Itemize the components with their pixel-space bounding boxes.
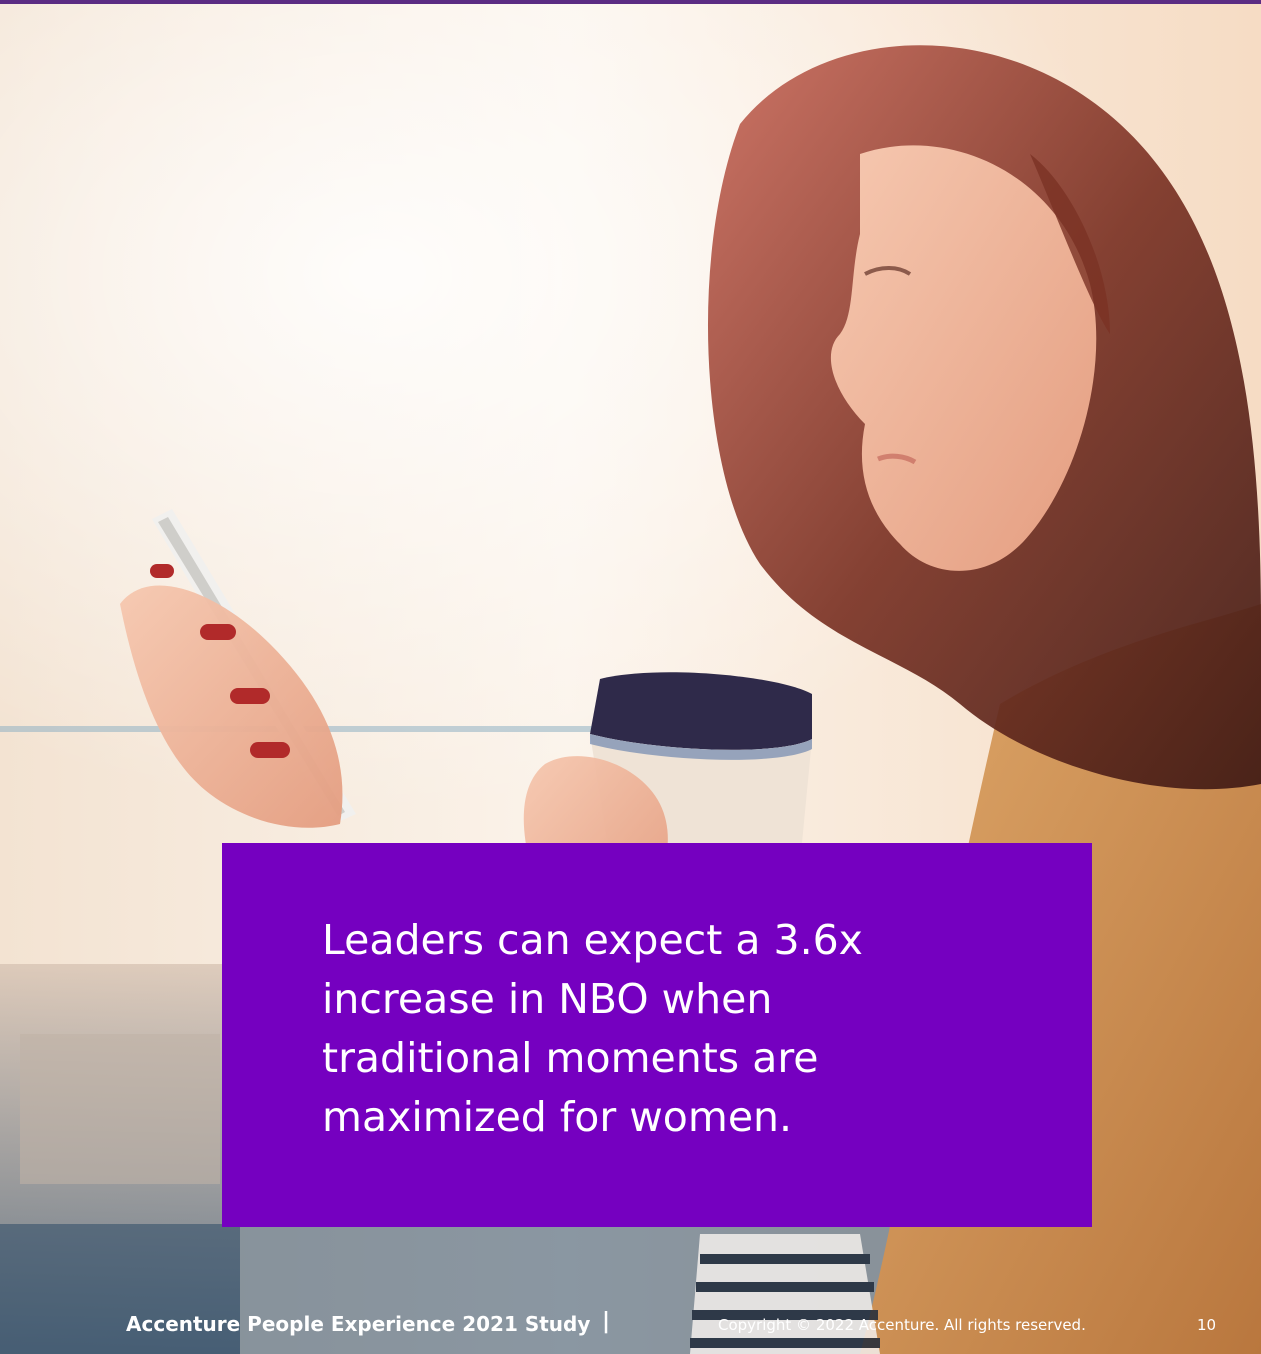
footer-copyright: Copyright © 2022 Accenture. All rights r…	[718, 1316, 1086, 1334]
footer-study-title: Accenture People Experience 2021 Study	[126, 1312, 591, 1336]
callout-box: Leaders can expect a 3.6x increase in NB…	[222, 843, 1092, 1227]
slide: Leaders can expect a 3.6x increase in NB…	[0, 0, 1261, 1354]
callout-text: Leaders can expect a 3.6x increase in NB…	[322, 916, 863, 1141]
footer-separator: |	[602, 1309, 611, 1334]
page-number: 10	[1197, 1316, 1217, 1334]
